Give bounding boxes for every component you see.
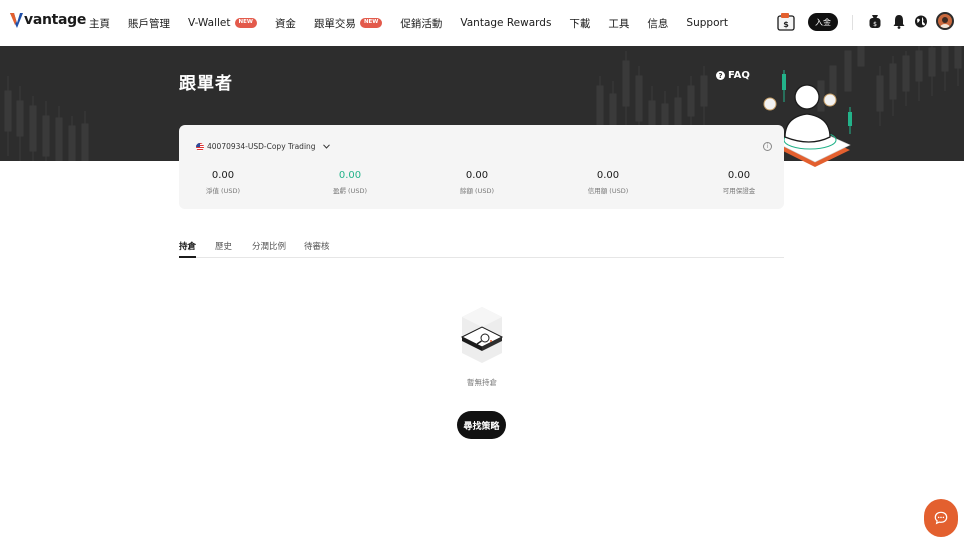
tab-history[interactable]: 歷史 bbox=[215, 240, 232, 252]
wallet-icon[interactable]: $ bbox=[777, 12, 795, 32]
account-summary-card: 40070934-USD-Copy Trading i 0.00 淨值 (USD… bbox=[179, 125, 784, 209]
nav-label: 工具 bbox=[608, 17, 630, 30]
active-tab-indicator bbox=[179, 256, 196, 258]
stat-equity: 0.00 淨值 (USD) bbox=[206, 170, 240, 195]
nav-label: Vantage Rewards bbox=[460, 17, 552, 29]
nav-item-v-wallet[interactable]: V-Wallet NEW bbox=[188, 17, 257, 29]
stat-label: 可用保證金 bbox=[722, 187, 756, 195]
nav-item-promotions[interactable]: 促銷活動 bbox=[400, 16, 442, 31]
chevron-down-icon bbox=[322, 144, 330, 149]
top-nav: vantage 主頁 賬戶管理 V-Wallet NEW 資金 跟單交易 NEW 促… bbox=[0, 0, 964, 46]
nav-item-download[interactable]: 下載 bbox=[569, 16, 590, 31]
tab-profit-sharing[interactable]: 分潤比例 bbox=[252, 240, 286, 252]
faq-link[interactable]: ? FAQ bbox=[716, 70, 750, 81]
nav-label: 信息 bbox=[647, 17, 669, 30]
info-icon[interactable]: i bbox=[763, 142, 772, 151]
stat-label: 信用額 (USD) bbox=[587, 187, 629, 195]
us-flag-icon bbox=[196, 142, 204, 151]
brand-name: vantage bbox=[24, 12, 87, 28]
nav-label: 賬戶管理 bbox=[128, 17, 170, 30]
empty-box-icon bbox=[460, 307, 504, 363]
nav-item-messages[interactable]: 信息 bbox=[647, 16, 668, 31]
new-badge: NEW bbox=[359, 18, 383, 28]
vantage-logo-icon bbox=[10, 13, 23, 28]
chat-support-button[interactable] bbox=[924, 499, 958, 537]
stat-value: 0.00 bbox=[596, 170, 620, 181]
moneybag-icon[interactable]: $ bbox=[868, 14, 882, 29]
nav-item-copy-trading[interactable]: 跟單交易 NEW bbox=[313, 16, 383, 31]
stat-profit-loss: 0.00 盈虧 (USD) bbox=[333, 170, 367, 195]
stat-free-margin: 0.00 可用保證金 bbox=[723, 170, 756, 195]
vantage-logo[interactable]: vantage bbox=[10, 11, 86, 29]
stat-credit: 0.00 信用額 (USD) bbox=[588, 170, 629, 195]
nav-label: Support bbox=[686, 17, 728, 29]
avatar-icon bbox=[940, 17, 950, 28]
nav-label: 促銷活動 bbox=[400, 17, 443, 30]
nav-item-tools[interactable]: 工具 bbox=[608, 16, 629, 31]
tab-pending-review[interactable]: 待審核 bbox=[304, 240, 330, 252]
positions-tabs: 持倉 歷史 分潤比例 待審核 bbox=[179, 237, 784, 258]
nav-label: 下載 bbox=[569, 17, 591, 30]
svg-text:$: $ bbox=[873, 21, 877, 28]
stat-label: 淨值 (USD) bbox=[205, 187, 241, 195]
nav-label: 主頁 bbox=[89, 17, 110, 30]
nav-item-home[interactable]: 主頁 bbox=[89, 16, 110, 31]
nav-item-vantage-rewards[interactable]: Vantage Rewards bbox=[460, 17, 551, 29]
globe-icon[interactable] bbox=[914, 14, 928, 29]
stat-value: 0.00 bbox=[727, 170, 751, 181]
main-menu: 主頁 賬戶管理 V-Wallet NEW 資金 跟單交易 NEW 促銷活動 Vant… bbox=[89, 0, 746, 46]
empty-state-message: 暫無持倉 bbox=[467, 378, 497, 387]
chat-bubble-icon bbox=[934, 511, 948, 525]
nav-label: 資金 bbox=[274, 17, 296, 30]
account-selector-label: 40070934-USD-Copy Trading bbox=[207, 142, 316, 151]
page-title: 跟單者 bbox=[179, 74, 233, 94]
avatar[interactable] bbox=[936, 12, 954, 30]
stat-label: 盈虧 (USD) bbox=[332, 187, 368, 195]
nav-item-account-management[interactable]: 賬戶管理 bbox=[128, 16, 170, 31]
nav-item-support[interactable]: Support bbox=[686, 17, 728, 29]
new-badge: NEW bbox=[234, 18, 257, 28]
stat-label: 餘額 (USD) bbox=[459, 187, 495, 195]
question-icon: ? bbox=[716, 71, 725, 80]
find-strategy-button[interactable]: 尋找策略 bbox=[457, 411, 506, 439]
nav-item-funds[interactable]: 資金 bbox=[275, 16, 296, 31]
deposit-button[interactable]: 入金 bbox=[808, 13, 838, 31]
faq-label: FAQ bbox=[728, 70, 750, 81]
nav-label: 跟單交易 bbox=[313, 17, 356, 30]
stat-balance: 0.00 餘額 (USD) bbox=[460, 170, 494, 195]
stat-value: 0.00 bbox=[211, 170, 235, 181]
bell-icon[interactable] bbox=[892, 14, 906, 29]
tab-positions[interactable]: 持倉 bbox=[179, 240, 196, 252]
nav-label: V-Wallet bbox=[188, 17, 231, 29]
svg-text:$: $ bbox=[783, 20, 789, 29]
stat-value: 0.00 bbox=[465, 170, 489, 181]
stat-value: 0.00 bbox=[338, 170, 362, 181]
nav-divider bbox=[852, 15, 853, 30]
account-selector[interactable]: 40070934-USD-Copy Trading bbox=[196, 142, 330, 151]
